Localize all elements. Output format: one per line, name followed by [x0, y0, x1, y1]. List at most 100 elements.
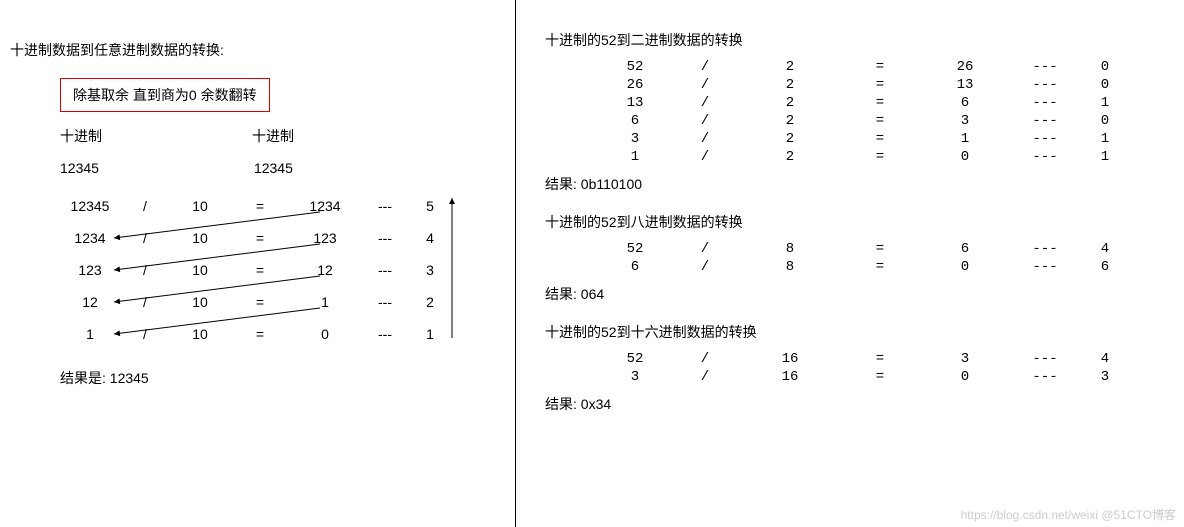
- cell: ---: [360, 318, 410, 350]
- cell: ---: [1005, 258, 1085, 276]
- cell: 3: [605, 130, 665, 148]
- cell: ---: [1005, 94, 1085, 112]
- cell: 10: [170, 254, 230, 286]
- table-row: 1/2=0---1: [605, 148, 1125, 166]
- cell: =: [835, 130, 925, 148]
- cell: 12: [290, 254, 360, 286]
- cell: 10: [170, 286, 230, 318]
- cell: 1: [1085, 148, 1125, 166]
- cell: /: [120, 254, 170, 286]
- table-row: 1234/10=123---4: [60, 222, 450, 254]
- cell: 6: [925, 94, 1005, 112]
- cell: 2: [745, 130, 835, 148]
- cell: 1234: [60, 222, 120, 254]
- sec2-table: 52/8=6---46/8=0---6: [605, 240, 1154, 276]
- cell: 8: [745, 240, 835, 258]
- left-result: 结果是: 12345: [60, 368, 505, 388]
- cell: 0: [1085, 76, 1125, 94]
- table-row: 123/10=12---3: [60, 254, 450, 286]
- cell: 2: [745, 58, 835, 76]
- table-row: 52/8=6---4: [605, 240, 1125, 258]
- cell: 0: [290, 318, 360, 350]
- cell: ---: [1005, 350, 1085, 368]
- table-row: 12345/10=1234---5: [60, 190, 450, 222]
- cell: ---: [360, 222, 410, 254]
- table-row: 3/16=0---3: [605, 368, 1125, 386]
- cell: 13: [605, 94, 665, 112]
- cell: 1234: [290, 190, 360, 222]
- cell: 1: [290, 286, 360, 318]
- cell: /: [665, 258, 745, 276]
- table-row: 6/2=3---0: [605, 112, 1125, 130]
- table-row: 52/2=26---0: [605, 58, 1125, 76]
- cell: 16: [745, 368, 835, 386]
- sec1-title: 十进制的52到二进制数据的转换: [545, 30, 1154, 50]
- cell: 123: [290, 222, 360, 254]
- hdr-right: 十进制: [252, 128, 294, 144]
- cell: 52: [605, 350, 665, 368]
- sec3-title: 十进制的52到十六进制数据的转换: [545, 322, 1154, 342]
- cell: ---: [1005, 76, 1085, 94]
- cell: 3: [925, 112, 1005, 130]
- cell: 6: [605, 258, 665, 276]
- cell: ---: [1005, 58, 1085, 76]
- cell: /: [120, 318, 170, 350]
- cell: /: [120, 222, 170, 254]
- cell: 3: [1085, 368, 1125, 386]
- sec3-result: 结果: 0x34: [545, 394, 1154, 414]
- cell: 0: [925, 148, 1005, 166]
- sec2-result: 结果: 064: [545, 284, 1154, 304]
- cell: 2: [745, 94, 835, 112]
- cell: 13: [925, 76, 1005, 94]
- cell: /: [665, 148, 745, 166]
- watermark: https://blog.csdn.net/weixi @51CTO博客: [961, 506, 1176, 523]
- cell: 0: [1085, 112, 1125, 130]
- table-row: 3/2=1---1: [605, 130, 1125, 148]
- cell: =: [835, 112, 925, 130]
- cell: 5: [410, 190, 450, 222]
- cell: 12: [60, 286, 120, 318]
- cell: ---: [1005, 112, 1085, 130]
- cell: =: [835, 58, 925, 76]
- cell: 123: [60, 254, 120, 286]
- cell: =: [835, 240, 925, 258]
- cell: =: [230, 222, 290, 254]
- cell: =: [835, 94, 925, 112]
- cell: 10: [170, 318, 230, 350]
- sec1-result: 结果: 0b110100: [545, 174, 1154, 194]
- val-left: 12345: [60, 160, 99, 176]
- cell: /: [665, 112, 745, 130]
- cell: 6: [925, 240, 1005, 258]
- table-row: 1/10=0---1: [60, 318, 450, 350]
- left-title: 十进制数据到任意进制数据的转换:: [10, 40, 505, 60]
- cell: 6: [605, 112, 665, 130]
- table-row: 26/2=13---0: [605, 76, 1125, 94]
- cell: 8: [745, 258, 835, 276]
- cell: /: [665, 350, 745, 368]
- hdr-left: 十进制: [60, 128, 102, 144]
- table-row: 13/2=6---1: [605, 94, 1125, 112]
- cell: 52: [605, 240, 665, 258]
- cell: 4: [1085, 350, 1125, 368]
- cell: /: [665, 58, 745, 76]
- cell: ---: [360, 190, 410, 222]
- cell: ---: [1005, 130, 1085, 148]
- cell: 1: [1085, 94, 1125, 112]
- cell: ---: [360, 286, 410, 318]
- cell: 1: [410, 318, 450, 350]
- table-row: 52/16=3---4: [605, 350, 1125, 368]
- cell: ---: [1005, 148, 1085, 166]
- cell: /: [665, 94, 745, 112]
- cell: 1: [605, 148, 665, 166]
- left-division-table: 12345/10=1234---51234/10=123---4123/10=1…: [60, 190, 505, 350]
- cell: 3: [410, 254, 450, 286]
- cell: 2: [745, 148, 835, 166]
- cell: 2: [745, 112, 835, 130]
- sec3-table: 52/16=3---43/16=0---3: [605, 350, 1154, 386]
- cell: 12345: [60, 190, 120, 222]
- cell: =: [835, 258, 925, 276]
- cell: 26: [925, 58, 1005, 76]
- cell: =: [230, 254, 290, 286]
- sec2-title: 十进制的52到八进制数据的转换: [545, 212, 1154, 232]
- cell: 1: [925, 130, 1005, 148]
